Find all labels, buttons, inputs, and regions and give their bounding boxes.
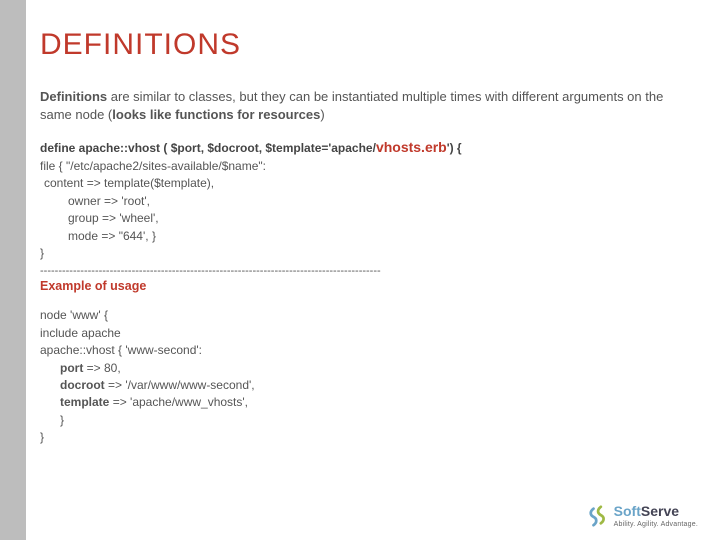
intro-paragraph: Definitions are similar to classes, but … (40, 88, 690, 123)
val: => '/var/www/www-second', (105, 378, 255, 392)
footer-logo: SoftServe Ability. Agility. Advantage. (588, 503, 698, 528)
code-line: } (40, 245, 690, 262)
val: => 80, (83, 361, 120, 375)
slide-content: DEFINITIONS Definitions are similar to c… (40, 28, 690, 447)
usage-body: node 'www' { include apache apache::vhos… (40, 307, 690, 446)
intro-lead-bold: Definitions (40, 89, 107, 104)
define-erb: vhosts.erb (376, 139, 447, 155)
define-suffix: ') { (447, 141, 462, 155)
logo-tagline: Ability. Agility. Advantage. (614, 521, 698, 528)
kw: template (60, 395, 109, 409)
example-header: Example of usage (40, 279, 690, 293)
code-line: node 'www' { (40, 307, 690, 324)
code-line: include apache (40, 325, 690, 342)
code-line: group => 'wheel', (40, 210, 690, 227)
logo-brand-a: Soft (614, 503, 641, 519)
section-divider: ----------------------------------------… (40, 265, 690, 277)
logo-icon (588, 505, 610, 527)
code-line: port => 80, (40, 360, 690, 377)
val: => 'apache/www_vhosts', (109, 395, 248, 409)
code-line: template => 'apache/www_vhosts', (40, 394, 690, 411)
code-line: content => template($template), (40, 175, 690, 192)
slide-title: DEFINITIONS (40, 28, 690, 62)
code-line: mode => "644', } (40, 228, 690, 245)
kw: port (60, 361, 83, 375)
define-prefix: define apache::vhost ( $port, $docroot, … (40, 141, 376, 155)
intro-paren-close: ) (320, 107, 324, 122)
code-line: } (40, 412, 690, 429)
intro-tail-bold: looks like functions for resources (112, 107, 320, 122)
code-line: apache::vhost { 'www-second': (40, 342, 690, 359)
kw: docroot (60, 378, 105, 392)
define-body: file { "/etc/apache2/sites-available/$na… (40, 158, 690, 262)
code-line: docroot => '/var/www/www-second', (40, 377, 690, 394)
sidebar-accent (0, 0, 26, 540)
logo-brand-b: Serve (641, 503, 679, 519)
define-signature: define apache::vhost ( $port, $docroot, … (40, 139, 690, 155)
code-line: owner => 'root', (40, 193, 690, 210)
code-line: } (40, 429, 690, 446)
code-line: file { "/etc/apache2/sites-available/$na… (40, 158, 690, 175)
logo-text: SoftServe Ability. Agility. Advantage. (614, 503, 698, 528)
